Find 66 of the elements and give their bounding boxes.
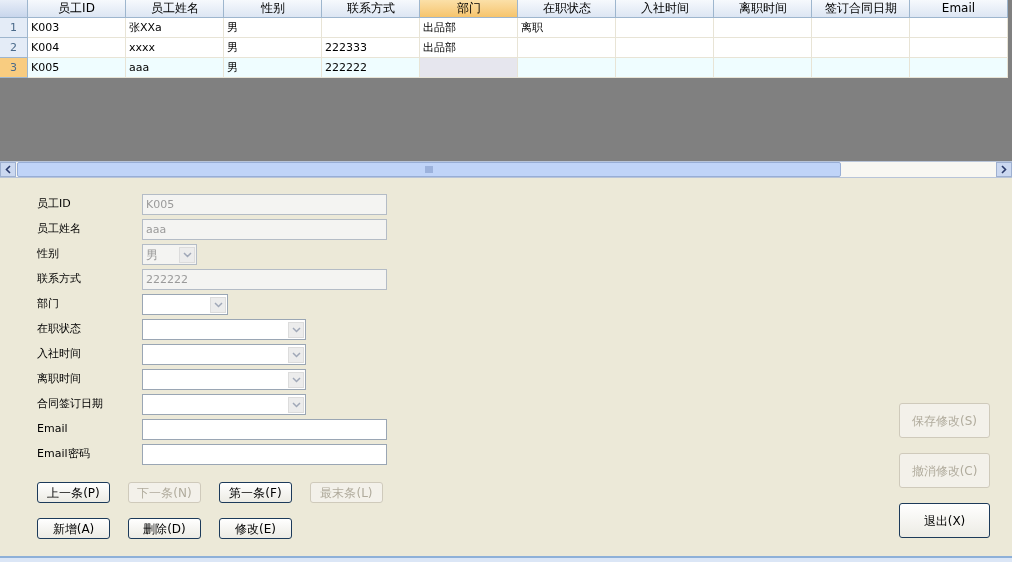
column-header[interactable]: 性别 — [224, 0, 322, 18]
action-button[interactable]: 修改(E) — [219, 518, 292, 539]
field-label: 部门 — [37, 296, 60, 313]
row-header[interactable]: 2 — [0, 38, 28, 58]
column-header[interactable]: 联系方式 — [322, 0, 420, 18]
table-cell: 男 — [224, 18, 322, 38]
horizontal-scrollbar[interactable] — [0, 161, 1012, 178]
chevron-down-icon — [291, 351, 301, 358]
table-cell: 222333 — [322, 38, 420, 58]
dropdown-field[interactable] — [142, 319, 306, 340]
row-header[interactable]: 3 — [0, 58, 28, 78]
chevron-right-icon — [1001, 165, 1007, 174]
column-header[interactable]: Email — [910, 0, 1008, 18]
scroll-right-button[interactable] — [996, 162, 1012, 177]
table-cell: 222222 — [322, 58, 420, 78]
text-field[interactable] — [142, 419, 387, 440]
column-header[interactable]: 员工ID — [28, 0, 126, 18]
field-label: Email密码 — [37, 446, 91, 463]
field-label: 员工ID — [37, 196, 72, 213]
table-cell: K003 — [28, 18, 126, 38]
table-cell: 出品部 — [420, 38, 518, 58]
action-button[interactable]: 第一条(F) — [219, 482, 292, 503]
field-label: 性别 — [37, 246, 60, 263]
column-header[interactable]: 部门 — [420, 0, 518, 18]
chevron-down-icon — [291, 401, 301, 408]
field-label: Email — [37, 421, 69, 438]
table-cell: K005 — [28, 58, 126, 78]
row-header[interactable]: 1 — [0, 18, 28, 38]
dropdown-field[interactable] — [142, 294, 228, 315]
dropdown-field[interactable] — [142, 344, 306, 365]
column-header[interactable]: 在职状态 — [518, 0, 616, 18]
scrollbar-thumb[interactable] — [17, 162, 841, 177]
field-label: 联系方式 — [37, 271, 82, 288]
table-cell: 男 — [224, 58, 322, 78]
column-header[interactable]: 入社时间 — [616, 0, 714, 18]
action-button[interactable]: 上一条(P) — [37, 482, 110, 503]
table-cell: 张XXa — [126, 18, 224, 38]
field-label: 在职状态 — [37, 321, 82, 338]
action-button[interactable]: 新增(A) — [37, 518, 110, 539]
field-label: 合同签订日期 — [37, 396, 104, 413]
table-cell: 离职 — [518, 18, 616, 38]
dropdown-field[interactable] — [142, 394, 306, 415]
grid-corner — [0, 0, 28, 18]
action-button[interactable]: 退出(X) — [899, 503, 990, 538]
field-label: 入社时间 — [37, 346, 82, 363]
table-cell: aaa — [126, 58, 224, 78]
action-button[interactable]: 删除(D) — [128, 518, 201, 539]
table-cell: xxxx — [126, 38, 224, 58]
chevron-down-icon — [182, 251, 192, 258]
column-header[interactable]: 离职时间 — [714, 0, 812, 18]
table-cell: 男 — [224, 38, 322, 58]
column-header[interactable]: 签订合同日期 — [812, 0, 910, 18]
dropdown-field[interactable] — [142, 369, 306, 390]
chevron-down-icon — [291, 326, 301, 333]
field-label: 员工姓名 — [37, 221, 82, 238]
chevron-down-icon — [291, 376, 301, 383]
table-cell: 出品部 — [420, 18, 518, 38]
field-label: 离职时间 — [37, 371, 82, 388]
chevron-left-icon — [5, 165, 11, 174]
table-cell: K004 — [28, 38, 126, 58]
text-field[interactable] — [142, 444, 387, 465]
column-header[interactable]: 员工姓名 — [126, 0, 224, 18]
grip-icon — [425, 166, 433, 173]
dropdown-value: 男 — [146, 246, 158, 264]
chevron-down-icon — [213, 301, 223, 308]
scroll-left-button[interactable] — [0, 162, 16, 177]
